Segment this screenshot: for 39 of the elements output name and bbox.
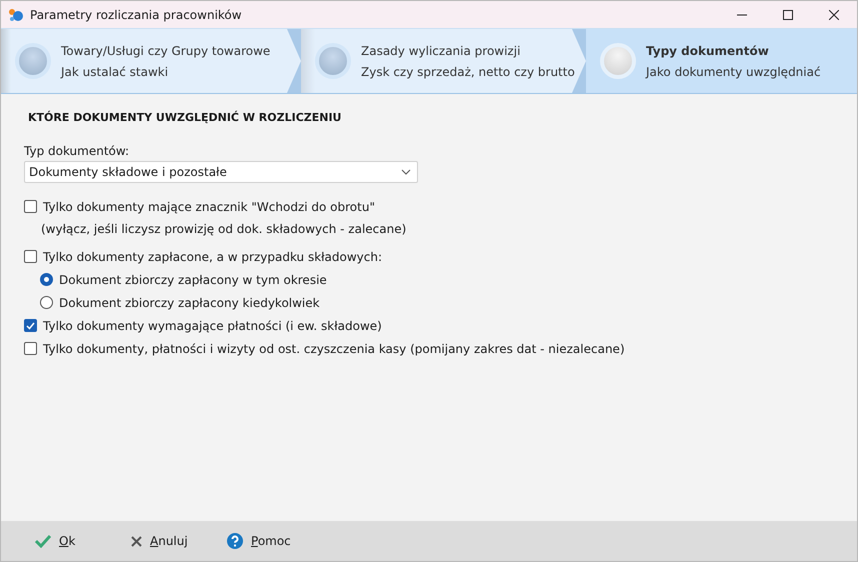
radio-label[interactable]: Dokument zbiorczy zapłacony w tym okresie — [59, 272, 327, 286]
help-icon — [227, 533, 243, 549]
radio-button[interactable] — [40, 296, 53, 309]
maximize-icon — [783, 10, 793, 20]
checkbox[interactable] — [24, 250, 37, 263]
app-icon — [8, 6, 24, 22]
hint-text: (wyłącz, jeśli liczysz prowizję od dok. składowych - zalecane) — [41, 222, 406, 236]
step-subtitle: Zysk czy sprzedaż, netto czy brutto — [361, 64, 575, 78]
checkbox-label[interactable]: Tylko dokumenty mające znacznik "Wchodzi do obrotu" — [43, 200, 375, 214]
wizard-step[interactable]: Towary/Usługi czy Grupy towarowe Jak ustalać stawki — [1, 29, 301, 93]
section-heading: KTÓRE DOKUMENTY UWZGLĘDNIĆ W ROZLICZENIU — [28, 111, 342, 124]
step-title: Zasady wyliczania prowizji — [361, 44, 522, 58]
checkbox[interactable] — [24, 200, 37, 213]
radio-button[interactable] — [40, 273, 53, 286]
chevron-down-icon — [401, 169, 411, 175]
close-icon — [131, 536, 142, 546]
step-icon — [315, 43, 351, 79]
close-icon — [829, 10, 839, 20]
wizard-step[interactable]: Typy dokumentów Jako dokumenty uwzględniać — [586, 29, 857, 93]
step-title: Typy dokumentów — [646, 44, 770, 58]
checkbox[interactable] — [24, 342, 37, 355]
step-title: Towary/Usługi czy Grupy towarowe — [61, 44, 270, 58]
window-title: Parametry rozliczania pracowników — [30, 8, 243, 22]
check-icon — [35, 534, 51, 548]
checkbox-label[interactable]: Tylko dokumenty zapłacone, a w przypadku składowych: — [43, 250, 382, 264]
document-type-dropdown[interactable]: Dokumenty składowe i pozostałe — [24, 161, 418, 183]
step-subtitle: Jako dokumenty uwzględniać — [646, 64, 821, 78]
step-subtitle: Jak ustalać stawki — [61, 64, 170, 78]
radio-label[interactable]: Dokument zbiorczy zapłacony kiedykolwiek — [59, 296, 320, 310]
wizard-step[interactable]: Zasady wyliczania prowizji Zysk czy sprzedaż, netto czy brutto — [301, 29, 586, 93]
field-label: Typ dokumentów: — [24, 144, 130, 158]
checkbox[interactable] — [24, 319, 37, 332]
help-button[interactable]: Pomoc — [227, 533, 291, 549]
cancel-button[interactable]: Anuluj — [131, 534, 227, 548]
step-icon — [15, 43, 51, 79]
checkbox-label[interactable]: Tylko dokumenty, płatności i wizyty od ost. czyszczenia kasy (pomijany zakres dat - niezalecane) — [43, 342, 625, 356]
step-icon — [600, 43, 636, 79]
ok-button[interactable]: Ok — [35, 534, 131, 548]
checkbox-label[interactable]: Tylko dokumenty wymagające płatności (i ew. składowe) — [43, 318, 382, 332]
